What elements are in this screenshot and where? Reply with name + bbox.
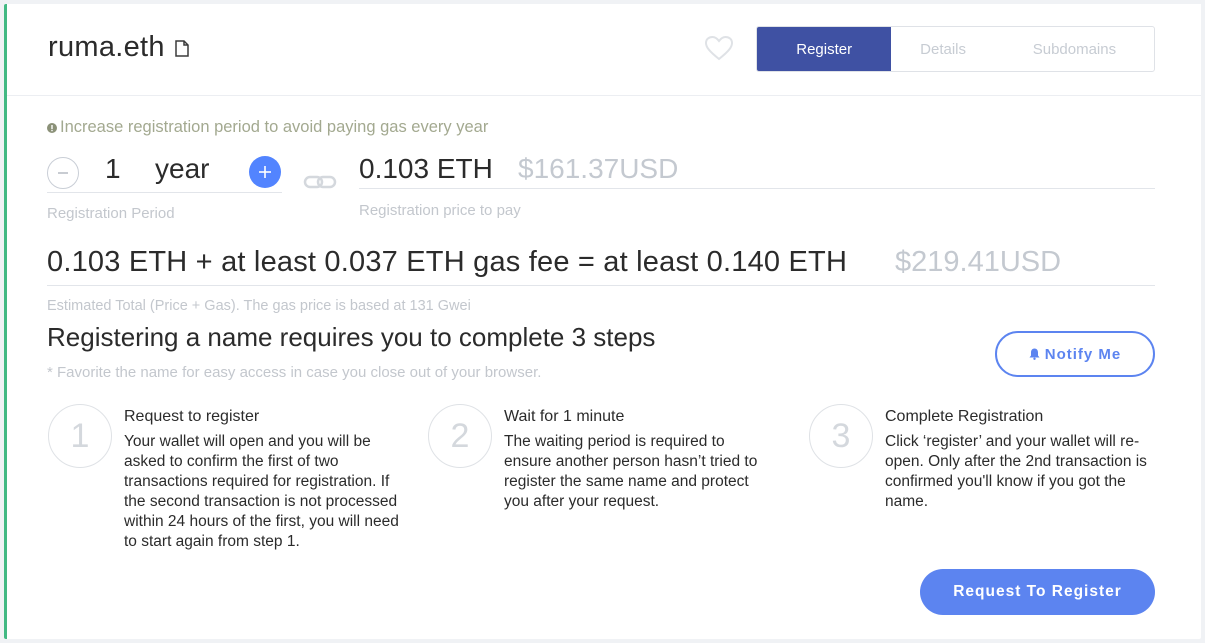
step-number: 3	[809, 404, 873, 468]
notify-me-label: Notify Me	[1044, 345, 1122, 363]
estimated-total-usd: $219.41USD	[895, 246, 1062, 278]
tab-bar: Register Details Subdomains	[756, 26, 1155, 72]
step-title: Complete Registration	[885, 408, 1044, 425]
header: ruma.eth Register Details Subdomains	[7, 4, 1201, 96]
tab-register[interactable]: Register	[757, 27, 892, 71]
step-description: Your wallet will open and you will be as…	[124, 433, 399, 550]
steps-heading: Registering a name requires you to compl…	[47, 322, 656, 352]
decrease-period-button[interactable]	[47, 157, 79, 189]
period-hint-text: Increase registration period to avoid pa…	[60, 118, 489, 136]
total-divider	[47, 285, 1155, 286]
step-title: Request to register	[124, 408, 260, 425]
domain-title: ruma.eth	[48, 31, 165, 63]
tab-subdomains[interactable]: Subdomains	[995, 27, 1154, 71]
minus-icon	[58, 172, 68, 174]
period-label: Registration Period	[47, 205, 175, 222]
price-label: Registration price to pay	[359, 202, 521, 219]
link-icon	[303, 175, 337, 189]
tab-details[interactable]: Details	[891, 27, 994, 71]
increase-period-button[interactable]	[249, 156, 281, 188]
period-hint: Increase registration period to avoid pa…	[47, 118, 488, 137]
plus-icon	[259, 166, 271, 178]
period-divider	[47, 192, 282, 193]
price-usd: $161.37USD	[518, 153, 679, 184]
steps-note: * Favorite the name for easy access in c…	[47, 364, 542, 381]
step-description: Click ‘register’ and your wallet will re…	[885, 433, 1147, 510]
period-value: 1	[105, 153, 121, 184]
price-divider	[359, 188, 1155, 189]
request-to-register-button[interactable]: Request To Register	[920, 569, 1155, 615]
period-unit: year	[155, 153, 210, 184]
registration-card: ruma.eth Register Details Subdomains Inc…	[4, 4, 1201, 639]
document-icon[interactable]	[175, 40, 189, 57]
step-description: The waiting period is required to ensure…	[504, 433, 758, 510]
step-number: 2	[428, 404, 492, 468]
step-number: 1	[48, 404, 112, 468]
heart-icon[interactable]	[704, 35, 734, 61]
bell-icon	[1029, 348, 1040, 360]
step-title: Wait for 1 minute	[504, 408, 625, 425]
info-icon	[47, 122, 57, 133]
estimated-total-label: Estimated Total (Price + Gas). The gas p…	[47, 298, 471, 314]
notify-me-button[interactable]: Notify Me	[995, 331, 1155, 377]
estimated-total: 0.103 ETH + at least 0.037 ETH gas fee =…	[47, 246, 848, 278]
price-eth: 0.103 ETH	[359, 153, 493, 184]
